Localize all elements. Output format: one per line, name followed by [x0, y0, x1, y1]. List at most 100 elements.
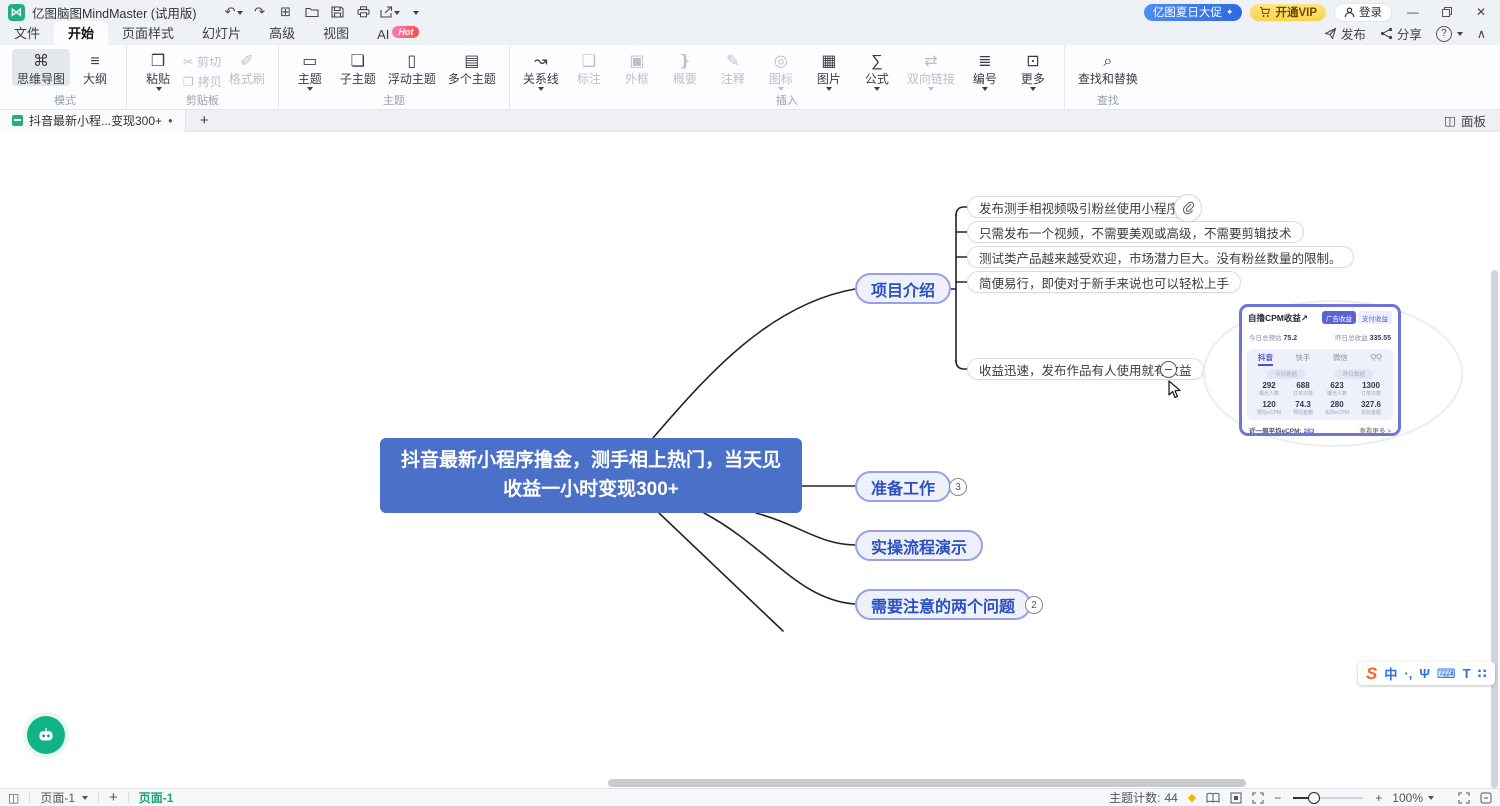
add-page-button[interactable]: +: [109, 789, 118, 806]
minimize-button[interactable]: —: [1400, 2, 1426, 22]
zoom-level-selector[interactable]: 100%: [1392, 791, 1434, 805]
ime-microphone-icon[interactable]: Ψ: [1419, 666, 1430, 681]
topic-dropdown-caret[interactable]: [307, 87, 313, 94]
copy-button[interactable]: ❐ 拷贝: [183, 73, 222, 90]
zoom-slider[interactable]: [1293, 797, 1363, 799]
fullscreen-button[interactable]: [1458, 792, 1470, 804]
boundary-button[interactable]: ▣ 外框: [614, 49, 660, 86]
document-tab[interactable]: 抖音最新小程...变现300+ ●: [0, 110, 186, 132]
zoom-out-button[interactable]: −: [1274, 791, 1281, 805]
mindmap-canvas[interactable]: 抖音最新小程序撸金，测手相上热门，当天见收益一小时变现300+ 项目介绍 发布测…: [0, 132, 1500, 788]
menu-tab-advanced[interactable]: 高级: [255, 21, 309, 45]
formula-button[interactable]: ∑ 公式: [854, 49, 900, 94]
picture-button[interactable]: ▦ 图片: [806, 49, 852, 94]
help-button[interactable]: ?: [1436, 26, 1463, 42]
pages-view-button[interactable]: [1206, 792, 1220, 804]
page-panel-icon[interactable]: ◫: [8, 791, 19, 805]
undo-button[interactable]: ↶: [223, 3, 245, 21]
collapsed-count-badge[interactable]: 3: [949, 478, 967, 496]
central-topic-node[interactable]: 抖音最新小程序撸金，测手相上热门，当天见收益一小时变现300+: [380, 438, 802, 513]
page-selector[interactable]: 页面-1: [40, 789, 88, 806]
hyperlink-attachment-button[interactable]: [1174, 194, 1202, 222]
open-vip-button[interactable]: 开通VIP: [1250, 4, 1326, 21]
close-button[interactable]: ✕: [1468, 2, 1494, 22]
login-button[interactable]: 登录: [1334, 3, 1392, 22]
summer-promo-badge[interactable]: 亿图夏日大促 ✦: [1144, 4, 1243, 21]
publish-button[interactable]: 发布: [1324, 24, 1366, 43]
collapse-ribbon-button[interactable]: ∧: [1477, 26, 1486, 41]
branch-node-issues[interactable]: 需要注意的两个问题: [855, 589, 1031, 620]
restore-button[interactable]: [1434, 2, 1460, 22]
panel-toggle-button[interactable]: ◫ 面板: [1444, 111, 1500, 130]
ime-skin-icon[interactable]: T: [1463, 666, 1471, 681]
branch-node-preparation[interactable]: 准备工作: [855, 471, 951, 502]
branch-node-project-intro[interactable]: 项目介绍: [855, 273, 951, 304]
ai-assistant-button[interactable]: [27, 716, 65, 754]
outline-mode-button[interactable]: ≡ 大纲: [72, 49, 118, 86]
fit-to-screen-button[interactable]: [1230, 792, 1242, 804]
print-button[interactable]: [353, 3, 375, 21]
subtopic-node[interactable]: 简便易行，即使对于新手来说也可以轻松上手: [967, 271, 1241, 293]
export-button[interactable]: [379, 3, 401, 21]
active-page-tab[interactable]: 页面-1: [139, 789, 174, 806]
relationship-line-button[interactable]: ↝ 关系线: [518, 49, 564, 94]
hide-panel-button[interactable]: [1480, 792, 1492, 804]
menu-tab-ai[interactable]: AI Hot: [363, 25, 433, 45]
menu-tab-view[interactable]: 视图: [309, 21, 363, 45]
two-way-link-button[interactable]: ⇄ 双向链接: [902, 49, 960, 94]
share-button[interactable]: 分享: [1380, 24, 1422, 43]
open-file-button[interactable]: [301, 3, 323, 21]
more-insert-button[interactable]: ⊡ 更多: [1010, 49, 1056, 94]
menu-tab-file[interactable]: 文件: [0, 21, 54, 45]
titlebar-right: 亿图夏日大促 ✦ 开通VIP 登录 — ✕: [1144, 2, 1500, 22]
multiple-topics-button[interactable]: ▤ 多个主题: [443, 49, 501, 86]
comment-icon: ✎: [726, 52, 739, 72]
cpm-revenue-image-card[interactable]: 自撸CPM收益↗ 广告收益 支付收益 今日总预估75.2 昨日总收益335.55…: [1239, 304, 1401, 436]
ime-toolbox-icon[interactable]: ∷: [1478, 666, 1487, 682]
find-replace-button[interactable]: ⌕ 查找和替换: [1073, 49, 1143, 86]
ime-language-toggle[interactable]: 中: [1384, 664, 1397, 683]
branch-node-demo[interactable]: 实操流程演示: [855, 530, 983, 561]
subtopic-button[interactable]: ❏ 子主题: [335, 49, 381, 86]
zoom-in-button[interactable]: +: [1375, 791, 1382, 805]
numbering-button[interactable]: ≣ 编号: [962, 49, 1008, 94]
menu-tab-home[interactable]: 开始: [54, 21, 108, 45]
save-button[interactable]: [327, 3, 349, 21]
export-dropdown-caret[interactable]: [394, 11, 400, 18]
topic-button[interactable]: ▭ 主题: [287, 49, 333, 94]
zoom-slider-knob[interactable]: [1308, 792, 1320, 804]
cut-button[interactable]: ✂ 剪切: [183, 53, 222, 70]
printer-icon: [357, 6, 370, 18]
menu-tab-page-style[interactable]: 页面样式: [108, 21, 188, 45]
customize-toolbar-button[interactable]: [405, 3, 427, 21]
format-painter-button[interactable]: ✐ 格式刷: [224, 49, 270, 86]
paste-button[interactable]: ❒ 粘贴: [135, 49, 181, 94]
paste-dropdown-caret[interactable]: [156, 87, 162, 94]
subtopic-node[interactable]: 发布测手相视频吸引粉丝使用小程序: [967, 196, 1191, 218]
app-title: 亿图脑图MindMaster (试用版): [32, 3, 197, 22]
menu-tab-slideshow[interactable]: 幻灯片: [188, 21, 255, 45]
collapse-branch-toggle[interactable]: [1160, 361, 1177, 378]
ime-punctuation-icon[interactable]: ·,: [1404, 666, 1412, 681]
collapsed-count-badge[interactable]: 2: [1025, 596, 1043, 614]
undo-dropdown-caret[interactable]: [237, 11, 243, 18]
expand-view-button[interactable]: [1252, 792, 1264, 804]
ime-keyboard-icon[interactable]: ⌨: [1437, 666, 1456, 682]
subtopic-node[interactable]: 只需发布一个视频，不需要美观或高级，不需要剪辑技术: [967, 221, 1304, 243]
new-tab-button[interactable]: +: [200, 112, 209, 129]
vertical-scrollbar[interactable]: [1491, 270, 1498, 788]
open-folder-icon: [305, 6, 319, 18]
callout-button[interactable]: ❑ 标注: [566, 49, 612, 86]
gem-icon[interactable]: ◆: [1188, 791, 1196, 804]
mind-map-mode-button[interactable]: ⌘ 思维导图: [12, 49, 70, 86]
summary-button[interactable]: ❵ 概要: [662, 49, 708, 86]
format-painter-icon: ✐: [240, 52, 253, 72]
floating-topic-button[interactable]: ▯ 浮动主题: [383, 49, 441, 86]
comment-button[interactable]: ✎ 注释: [710, 49, 756, 86]
new-document-button[interactable]: ⊞: [275, 3, 297, 21]
marker-button[interactable]: ◎ 图标: [758, 49, 804, 94]
redo-button[interactable]: ↷: [249, 3, 271, 21]
sogou-logo-icon[interactable]: S: [1366, 664, 1377, 684]
subtopic-node[interactable]: 测试类产品越来越受欢迎，市场潜力巨大。没有粉丝数量的限制。: [967, 246, 1354, 268]
horizontal-scrollbar[interactable]: [608, 779, 1246, 787]
